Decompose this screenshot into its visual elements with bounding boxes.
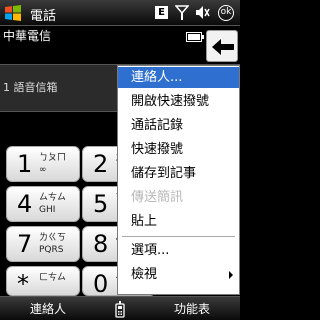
menu-item-speed-dial[interactable]: 快速撥號 [118, 139, 239, 160]
key-digit: 2 [93, 150, 109, 178]
key-latin: ∞ [39, 165, 47, 175]
key-letters: ㄙㄘㄙ [39, 193, 67, 203]
signal-strength-icon[interactable] [175, 5, 189, 20]
menu-item-open-speed-dial[interactable]: 開啟快速撥號 [118, 91, 239, 112]
key-digit: 8 [93, 230, 109, 258]
volume-icon[interactable] [195, 5, 211, 20]
menu-item-view[interactable]: 檢視 [118, 264, 239, 285]
key-1[interactable]: 1 ㄅㄆㄇ ∞ [6, 146, 80, 182]
key-digit: 7 [17, 230, 33, 258]
softkey-bar: 連絡人 功能表 [0, 296, 240, 320]
menu-item-options[interactable]: 選項... [118, 240, 239, 261]
network-type-badge: E [155, 6, 168, 19]
menu-item-call-history[interactable]: 通話記錄 [118, 115, 239, 136]
key-digit: 1 [17, 150, 33, 178]
key-latin: PQRS [39, 245, 64, 255]
speed-dial-voicemail[interactable]: 1 語音信箱 [3, 79, 58, 95]
key-digit: 5 [93, 190, 109, 218]
keyboard-input-icon[interactable] [113, 301, 127, 318]
title-bar: 電話 E ok [0, 0, 240, 26]
key-7[interactable]: 7 ㄌㄍㄎ PQRS [6, 226, 80, 262]
menu-item-save-to-notes[interactable]: 儲存到記事 [118, 163, 239, 184]
menu-item-view-label: 檢視 [131, 267, 158, 282]
key-latin: GHI [39, 205, 56, 215]
softkey-left-contacts[interactable]: 連絡人 [0, 297, 96, 320]
menu-item-paste[interactable]: 貼上 [118, 211, 239, 232]
key-4[interactable]: 4 ㄙㄘㄙ GHI [6, 186, 80, 222]
submenu-arrow-icon [229, 271, 233, 279]
key-digit: 4 [17, 190, 33, 218]
key-letters: ㄅㄆㄇ [39, 153, 67, 163]
key-digit: * [17, 270, 29, 298]
key-star[interactable]: * ㄈㄘㄙ [6, 266, 80, 298]
menu-item-send-sms: 傳送簡訊 [131, 190, 184, 205]
softkey-right-menu[interactable]: 功能表 [144, 297, 240, 320]
app-title: 電話 [30, 9, 57, 24]
operator-name: 中華電信 [3, 29, 52, 43]
battery-icon [186, 32, 204, 42]
back-arrow-icon [212, 39, 234, 55]
menu-item-contacts[interactable]: 連絡人... [118, 67, 239, 88]
key-digit: 0 [93, 270, 109, 298]
key-letters: ㄌㄍㄎ [39, 233, 67, 243]
context-menu: 連絡人... 開啟快速撥號 通話記錄 快速撥號 儲存到記事 傳送簡訊 貼上 選項… [117, 65, 240, 295]
ok-button[interactable]: ok [218, 5, 234, 21]
backspace-button[interactable] [206, 30, 238, 62]
key-letters: ㄈㄘㄙ [39, 273, 67, 283]
menu-separator [122, 236, 235, 237]
windows-start-icon[interactable] [4, 4, 22, 22]
